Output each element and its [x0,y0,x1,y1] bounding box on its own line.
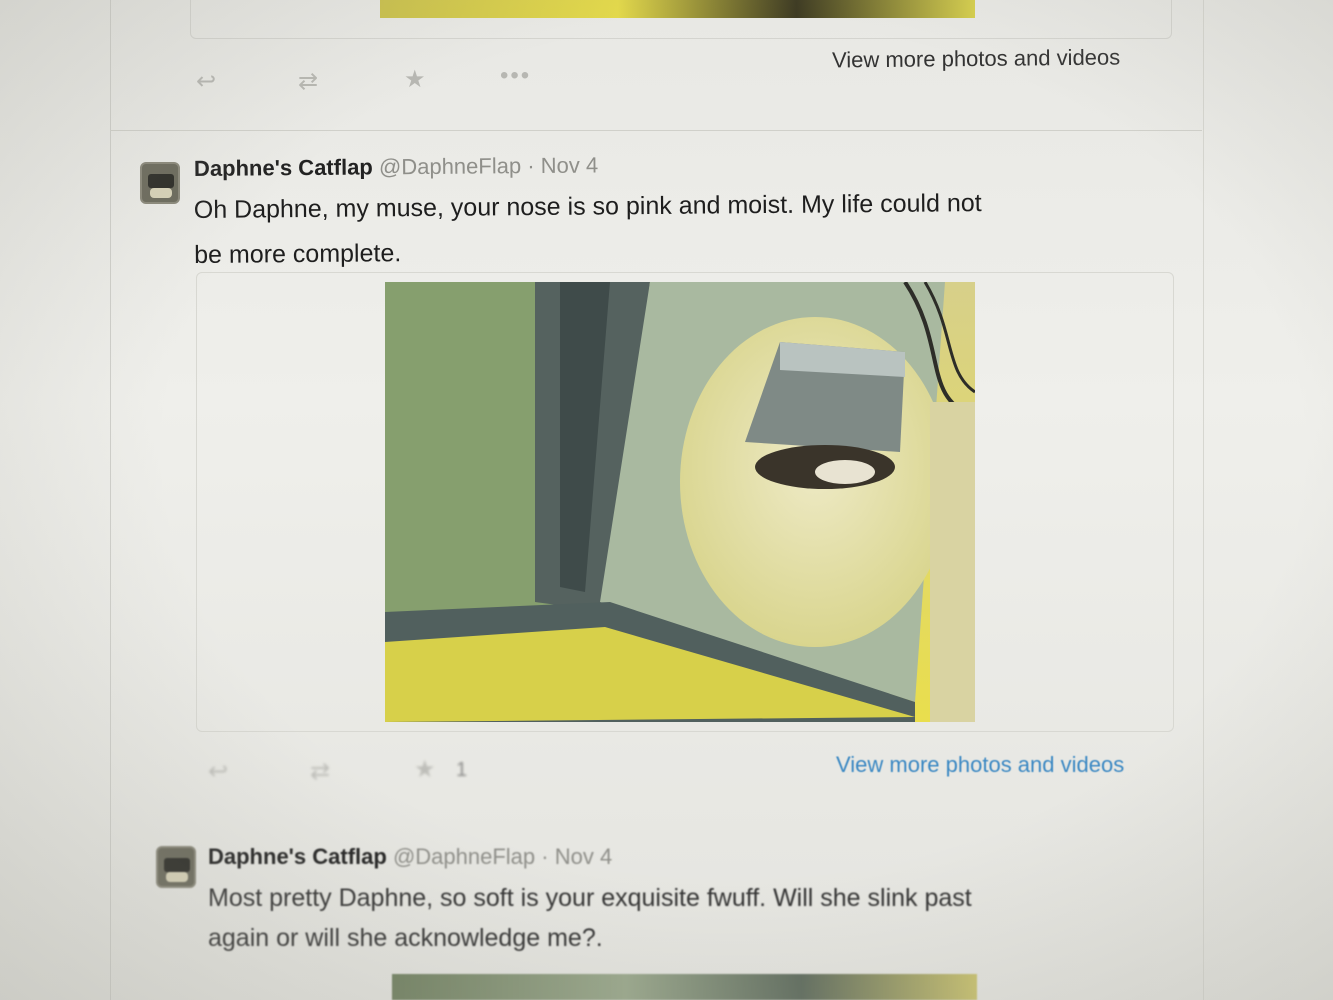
screen: ↩ ⇄ ★ ••• View more photos and videos Da… [0,0,1333,1000]
reply-icon[interactable]: ↩ [208,760,228,784]
catflap-photo-image [385,282,975,722]
tweet-date[interactable]: Nov 4 [555,844,612,869]
next-tweet-photo[interactable] [392,974,977,1000]
view-more-link[interactable]: View more photos and videos [836,752,1124,778]
author-handle[interactable]: @DaphneFlap [379,153,521,179]
avatar[interactable] [156,846,196,888]
tweet-text: Oh Daphne, my muse, your nose is so pink… [194,179,1175,278]
retweet-icon[interactable]: ⇄ [298,70,318,94]
tweet-divider [110,130,1202,131]
tweet-header: Daphne's Catflap @DaphneFlap · Nov 4 [194,152,598,182]
star-icon[interactable]: ★ [414,758,436,782]
author-name[interactable]: Daphne's Catflap [208,844,387,869]
avatar[interactable] [140,162,180,204]
separator-dot: · [527,153,535,179]
more-icon[interactable]: ••• [500,64,531,88]
avatar-image [164,858,190,872]
previous-view-more-link[interactable]: View more photos and videos [832,44,1120,73]
separator-dot: · [541,844,549,869]
catflap-photo[interactable] [385,282,975,722]
favorite-count: 1 [456,759,468,781]
avatar-image [148,174,174,188]
tweet-text-line: again or will she acknowledge me?. [208,924,603,952]
retweet-icon[interactable]: ⇄ [310,760,330,784]
tweet-actions: ↩ ⇄ ★ 1 [200,754,600,794]
star-icon[interactable]: ★ [404,68,426,92]
author-handle[interactable]: @DaphneFlap [393,844,535,869]
author-name[interactable]: Daphne's Catflap [194,154,373,181]
tweet-header: Daphne's Catflap @DaphneFlap · Nov 4 [208,844,612,870]
previous-tweet-actions: ↩ ⇄ ★ ••• [190,62,590,102]
tweet-text-line: be more complete. [194,239,402,269]
previous-tweet-photo[interactable] [380,0,975,18]
reply-icon[interactable]: ↩ [196,70,216,94]
tweet-text-line: Most pretty Daphne, so soft is your exqu… [208,884,972,912]
tweet-date[interactable]: Nov 4 [541,152,599,178]
tweet-text: Most pretty Daphne, so soft is your exqu… [208,878,1168,958]
